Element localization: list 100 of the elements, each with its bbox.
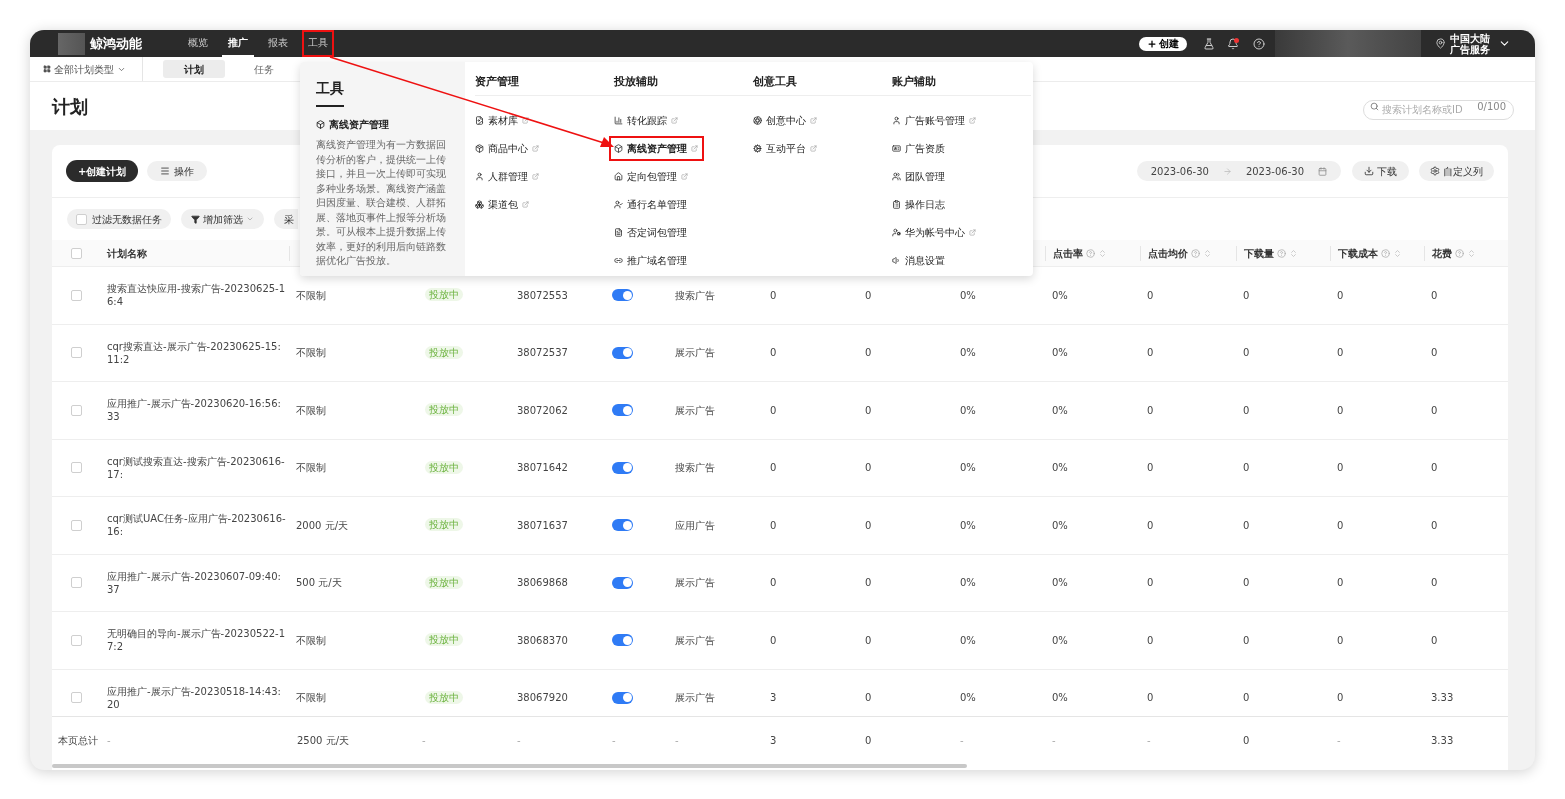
menu-item[interactable]: 广告账号管理 <box>892 109 976 131</box>
menu-item[interactable]: 人群管理 <box>475 165 539 187</box>
metric-cell: 0 <box>1337 692 1344 704</box>
service-text: 广告服务 <box>1450 43 1490 55</box>
sort-icon <box>1098 248 1107 258</box>
checkbox[interactable] <box>71 634 82 646</box>
toggle-switch[interactable] <box>612 404 633 417</box>
status-badge: 投放中 <box>425 575 463 589</box>
menu-item[interactable]: 定向包管理 <box>614 165 688 187</box>
nav-tab[interactable]: 工具 <box>302 30 334 57</box>
toggle-switch[interactable] <box>612 576 633 589</box>
plan-name[interactable]: cqr测试搜索直达-搜索广告-20230616-17: <box>107 454 286 481</box>
menu-item[interactable]: 渠道包 <box>475 193 529 215</box>
external-link-icon <box>522 116 529 124</box>
toggle-switch[interactable] <box>612 289 633 302</box>
page-title: 计划 <box>52 94 88 119</box>
help-icon[interactable] <box>1253 37 1265 50</box>
metric-cell: 0 <box>1431 634 1438 646</box>
plan-name[interactable]: cqr搜索直达-展示广告-20230625-15:11:2 <box>107 339 286 366</box>
toggle-switch[interactable] <box>612 691 633 704</box>
create-button[interactable]: 创建 <box>1139 36 1187 51</box>
toggle-switch[interactable] <box>612 461 633 474</box>
operations-button[interactable]: 操作 <box>147 161 208 181</box>
sort-icon <box>1393 248 1402 258</box>
column-header[interactable]: 下载量 <box>1244 245 1274 261</box>
metric-cell: 0 <box>865 462 872 474</box>
menu-item[interactable]: 互动平台 <box>753 137 817 159</box>
checkbox[interactable] <box>71 289 82 301</box>
calendar-icon[interactable] <box>1318 166 1327 176</box>
column-header[interactable]: 花费 <box>1432 245 1452 261</box>
plan-name[interactable]: 应用推广-展示广告-20230607-09:40:37 <box>107 569 286 596</box>
menu-item[interactable]: 操作日志 <box>892 193 945 215</box>
metric-cell: 0 <box>1337 577 1344 589</box>
caret-icon <box>246 215 254 223</box>
checkbox[interactable] <box>71 577 82 589</box>
horizontal-scrollbar[interactable] <box>52 764 967 768</box>
column-header[interactable]: 点击率 <box>1053 245 1083 261</box>
sub-tab[interactable]: 任务 <box>233 60 295 78</box>
checkbox[interactable] <box>71 462 82 474</box>
checkbox[interactable] <box>71 247 82 259</box>
id-cell: 38072062 <box>517 404 568 416</box>
custom-columns-button[interactable]: 自定义列 <box>1419 161 1494 181</box>
menu-item[interactable]: 素材库 <box>475 109 529 131</box>
menu-item[interactable]: 推广域名管理 <box>614 249 687 271</box>
filter-chip[interactable]: 采 <box>274 209 298 229</box>
sub-tab[interactable]: 计划 <box>163 60 225 78</box>
toggle-switch[interactable] <box>612 519 633 532</box>
ad-type-cell: 搜索广告 <box>675 462 715 474</box>
filter-checkbox-chip[interactable]: 过滤无数据任务 <box>67 209 171 229</box>
checkbox[interactable] <box>71 519 82 531</box>
budget-cell: 不限制 <box>296 289 326 301</box>
date-range-picker[interactable]: 2023-06-30 2023-06-30 <box>1136 161 1341 181</box>
plan-name[interactable]: 应用推广-展示广告-20230518-14:43:20 <box>107 684 286 711</box>
status-badge: 投放中 <box>425 403 463 416</box>
checkbox[interactable] <box>71 404 82 416</box>
plan-name[interactable]: 应用推广-展示广告-20230620-16:56:33 <box>107 397 286 424</box>
menu-item[interactable]: 团队管理 <box>892 165 945 187</box>
metric-cell: 0 <box>770 577 777 589</box>
checkbox[interactable] <box>71 347 82 359</box>
metric-cell: 0 <box>1243 289 1250 301</box>
checkbox[interactable] <box>71 692 82 704</box>
menu-item[interactable]: 华为帐号中心 <box>892 221 976 243</box>
metric-cell: 0 <box>1243 347 1250 359</box>
nav-tab[interactable]: 报表 <box>262 30 294 57</box>
checkbox[interactable] <box>76 213 87 225</box>
summary-cell: - <box>960 735 964 746</box>
metric-cell: 0 <box>1337 404 1344 416</box>
column-header[interactable]: 点击均价 <box>1148 245 1188 261</box>
menu-item[interactable]: 通行名单管理 <box>614 193 687 215</box>
id-cell: 38072537 <box>517 347 568 359</box>
user-icon <box>892 115 901 125</box>
menu-item[interactable]: 离线资产管理 <box>611 137 702 159</box>
notification-bell[interactable] <box>1227 37 1239 50</box>
menu-item[interactable]: 消息设置 <box>892 249 945 271</box>
toggle-switch[interactable] <box>612 346 633 359</box>
menu-item[interactable]: 商品中心 <box>475 137 539 159</box>
plan-name[interactable]: 搜索直达快应用-搜索广告-20230625-16:4 <box>107 282 286 309</box>
plus-icon <box>1147 38 1157 49</box>
metric-cell: 0% <box>960 577 976 589</box>
plan-name[interactable]: 无明确目的导向-展示广告-20230522-17:2 <box>107 627 286 654</box>
plan-name[interactable]: cqr测试UAC任务-应用广告-20230616-16: <box>107 512 286 539</box>
nav-tab[interactable]: 概览 <box>182 30 214 57</box>
arrow-icon <box>1222 166 1232 176</box>
menu-item[interactable]: 否定词包管理 <box>614 221 687 243</box>
plan-type-dropdown[interactable]: 全部计划类型 <box>43 57 143 81</box>
flask-icon[interactable] <box>1203 37 1215 50</box>
download-button[interactable]: 下载 <box>1352 161 1409 181</box>
create-plan-button[interactable]: +创建计划 <box>66 160 139 182</box>
ad-type-cell: 应用广告 <box>675 519 715 531</box>
speaker-icon <box>892 255 901 265</box>
menu-item[interactable]: 转化跟踪 <box>614 109 678 131</box>
toggle-switch[interactable] <box>612 634 633 647</box>
menu-item[interactable]: 创意中心 <box>753 109 817 131</box>
clipboard-icon <box>892 199 901 209</box>
location-pin-icon[interactable] <box>1435 38 1446 49</box>
column-header[interactable]: 下载成本 <box>1338 245 1378 261</box>
menu-item[interactable]: 广告资质 <box>892 137 945 159</box>
users-icon <box>892 171 901 181</box>
summary-cell: 0 <box>1243 735 1250 746</box>
add-filter-button[interactable]: 增加筛选 <box>181 209 264 229</box>
